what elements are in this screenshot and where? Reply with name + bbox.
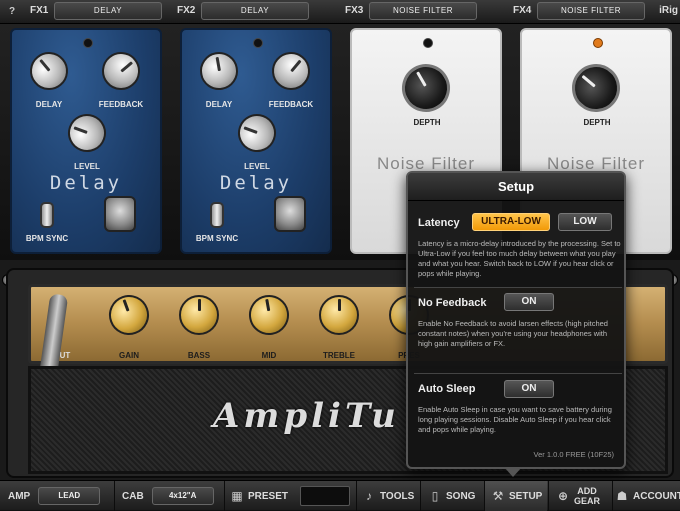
auto-sleep-toggle[interactable]: ON — [504, 380, 554, 398]
user-icon: ☗ — [616, 489, 628, 503]
feedback-knob[interactable] — [264, 44, 318, 98]
song-label: SONG — [446, 490, 476, 502]
gain-knob[interactable] — [103, 289, 155, 341]
help-button[interactable]: ? — [4, 4, 20, 20]
cab-value[interactable]: 4x12"A — [151, 487, 214, 505]
delay-pedal-1[interactable]: DELAY FEEDBACK LEVEL Delay BPM SYNC — [10, 28, 162, 254]
fx4-select[interactable]: NOISE FILTER — [537, 2, 645, 20]
fx1-select[interactable]: DELAY — [54, 2, 162, 20]
delay-knob[interactable] — [196, 48, 242, 94]
song-button[interactable]: ▯ SONG — [428, 481, 476, 511]
tuner-display[interactable] — [300, 486, 350, 506]
delay-knob-label: DELAY — [35, 100, 63, 109]
pedal-led — [253, 38, 263, 48]
amp-label: AMP — [8, 490, 31, 502]
delay-pedal-2[interactable]: DELAY FEEDBACK LEVEL Delay BPM SYNC — [180, 28, 332, 254]
setup-divider — [414, 287, 622, 288]
add-gear-label-line1: ADD — [577, 486, 597, 496]
account-button[interactable]: ☗ ACCOUNT — [615, 481, 680, 511]
latency-description: Latency is a micro-delay introduced by t… — [418, 239, 621, 278]
pedal-led — [83, 38, 93, 48]
cab-label: CAB — [122, 490, 144, 502]
feedback-knob-label: FEEDBACK — [268, 100, 314, 109]
setup-button[interactable]: ⚒ SETUP — [485, 481, 547, 511]
latency-heading: Latency — [418, 217, 460, 229]
fx1-label: FX1 — [30, 5, 49, 16]
bass-knob[interactable] — [179, 295, 219, 335]
pedal-led — [423, 38, 433, 48]
treble-knob[interactable] — [319, 295, 359, 335]
fx2-label: FX2 — [177, 5, 196, 16]
bpm-sync-label: BPM SYNC — [195, 234, 239, 243]
no-feedback-description: Enable No Feedback to avoid larsen effec… — [418, 319, 608, 348]
fx2-select[interactable]: DELAY — [201, 2, 309, 20]
pedal-name: Delay — [49, 172, 123, 194]
add-gear-button[interactable]: ⊕ ADD GEAR — [556, 481, 600, 511]
add-gear-label-line2: GEAR — [574, 496, 601, 506]
tools-label: TOOLS — [380, 490, 415, 502]
popover-arrow-icon — [504, 467, 522, 477]
level-knob-label: LEVEL — [244, 162, 270, 171]
account-label: ACCOUNT — [633, 490, 680, 502]
depth-knob[interactable] — [393, 55, 459, 121]
gain-label: GAIN — [119, 351, 139, 360]
fx-bar: ? FX1 DELAY FX2 DELAY FX3 NOISE FILTER F… — [0, 0, 680, 24]
latency-ultra-low-button[interactable]: ULTRA-LOW — [472, 213, 550, 231]
feedback-knob[interactable] — [94, 44, 148, 98]
preset-button[interactable]: ▦ PRESET — [230, 481, 288, 511]
version-text: Ver 1.0.0 FREE (10F25) — [533, 450, 614, 459]
delay-knob-label: DELAY — [205, 100, 233, 109]
amp-value[interactable]: LEAD — [38, 487, 101, 505]
latency-low-button[interactable]: LOW — [558, 213, 612, 231]
amp-logo: AmpliTu — [213, 396, 400, 436]
setup-title: Setup — [408, 173, 624, 201]
add-gear-icon: ⊕ — [557, 489, 569, 503]
no-feedback-toggle[interactable]: ON — [504, 293, 554, 311]
bpm-sync-label: BPM SYNC — [25, 234, 69, 243]
pedal-led — [593, 38, 603, 48]
auto-sleep-heading: Auto Sleep — [418, 383, 476, 395]
setup-popover: Setup Latency ULTRA-LOW LOW Latency is a… — [406, 171, 626, 469]
level-knob[interactable] — [232, 108, 282, 158]
depth-knob-label: DEPTH — [413, 118, 441, 127]
fx4-label: FX4 — [513, 5, 532, 16]
irig-button[interactable]: iRig — [659, 5, 678, 16]
treble-label: TREBLE — [323, 351, 355, 360]
bottom-toolbar: AMP LEAD CAB 4x12"A ▦ PRESET ♪ TOOLS ▯ S… — [0, 480, 680, 511]
auto-sleep-description: Enable Auto Sleep in case you want to sa… — [418, 405, 612, 434]
ipod-icon: ▯ — [431, 489, 439, 503]
wrench-icon: ⚒ — [492, 489, 504, 503]
cab-selector[interactable]: CAB 4x12"A — [122, 481, 214, 511]
fx3-label: FX3 — [345, 5, 364, 16]
fx3-select[interactable]: NOISE FILTER — [369, 2, 477, 20]
level-knob-label: LEVEL — [74, 162, 100, 171]
mid-knob[interactable] — [245, 291, 293, 339]
bpm-sync-toggle[interactable] — [210, 202, 224, 228]
grid-icon: ▦ — [231, 489, 243, 503]
setup-divider — [414, 373, 622, 374]
pedal-footswitch[interactable] — [274, 196, 306, 232]
setup-label: SETUP — [509, 490, 543, 502]
pedal-name: Delay — [219, 172, 293, 194]
no-feedback-heading: No Feedback — [418, 297, 487, 309]
delay-knob[interactable] — [22, 44, 76, 98]
bass-label: BASS — [187, 351, 211, 360]
guitar-icon: ♪ — [366, 489, 372, 503]
depth-knob[interactable] — [562, 54, 630, 122]
tools-button[interactable]: ♪ TOOLS — [362, 481, 414, 511]
preset-label: PRESET — [248, 490, 289, 502]
level-knob[interactable] — [62, 108, 112, 158]
mid-label: MID — [261, 351, 277, 360]
pedal-footswitch[interactable] — [104, 196, 136, 232]
amp-selector[interactable]: AMP LEAD — [8, 481, 101, 511]
feedback-knob-label: FEEDBACK — [98, 100, 144, 109]
depth-knob-label: DEPTH — [583, 118, 611, 127]
bpm-sync-toggle[interactable] — [40, 202, 54, 228]
